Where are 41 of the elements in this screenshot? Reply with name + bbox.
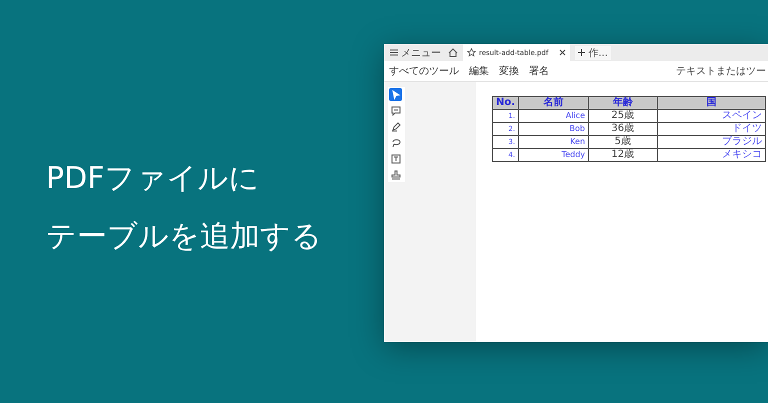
headline: PDFファイルに xyxy=(46,160,260,198)
menu-item[interactable]: 署名 xyxy=(529,64,549,78)
menu-item[interactable]: 編集 xyxy=(469,64,489,78)
lasso-icon xyxy=(390,138,400,148)
column-header: 名前 xyxy=(518,96,589,110)
home-icon[interactable] xyxy=(448,48,458,57)
table-cell: ドイツ xyxy=(657,122,766,136)
new-tab-button[interactable]: 作... xyxy=(575,46,611,60)
table-cell: 5歳 xyxy=(588,136,658,148)
column-header: 年齢 xyxy=(588,96,658,110)
search-field[interactable]: テキストまたはツー xyxy=(676,66,768,76)
table-cell: Alice xyxy=(518,110,589,122)
select-tool[interactable] xyxy=(389,88,402,101)
table-cell: メキシコ xyxy=(657,148,766,162)
table-cell: 12歳 xyxy=(588,148,658,162)
comment-tool[interactable] xyxy=(389,104,402,117)
table-cell: ブラジル xyxy=(657,136,766,148)
plus-icon xyxy=(578,49,586,56)
pen-tool[interactable] xyxy=(389,120,402,133)
table-cell: Bob xyxy=(518,122,589,136)
table-cell: Teddy xyxy=(518,148,589,162)
table-cell: スペイン xyxy=(657,110,766,122)
table-cell: 25歳 xyxy=(588,110,658,122)
textbox-icon xyxy=(390,154,400,164)
comment-icon xyxy=(390,106,400,116)
headline: テーブルを追加する xyxy=(46,218,323,256)
menu-button[interactable]: メニュー xyxy=(388,46,443,60)
table-cell: Ken xyxy=(518,136,589,148)
textbox-tool[interactable] xyxy=(389,152,402,165)
column-header: No. xyxy=(492,96,519,110)
select-icon xyxy=(390,90,400,100)
table-cell: 36歳 xyxy=(588,122,658,136)
menu-item[interactable]: 変換 xyxy=(499,64,519,78)
menu-item[interactable]: すべてのツール xyxy=(389,64,459,78)
column-header: 国 xyxy=(657,96,766,110)
stamp-tool[interactable] xyxy=(389,168,402,181)
close-icon[interactable] xyxy=(559,49,566,56)
star-icon xyxy=(467,48,476,57)
stamp-icon xyxy=(390,170,400,180)
pen-icon xyxy=(390,122,400,132)
menu-icon xyxy=(390,49,398,56)
